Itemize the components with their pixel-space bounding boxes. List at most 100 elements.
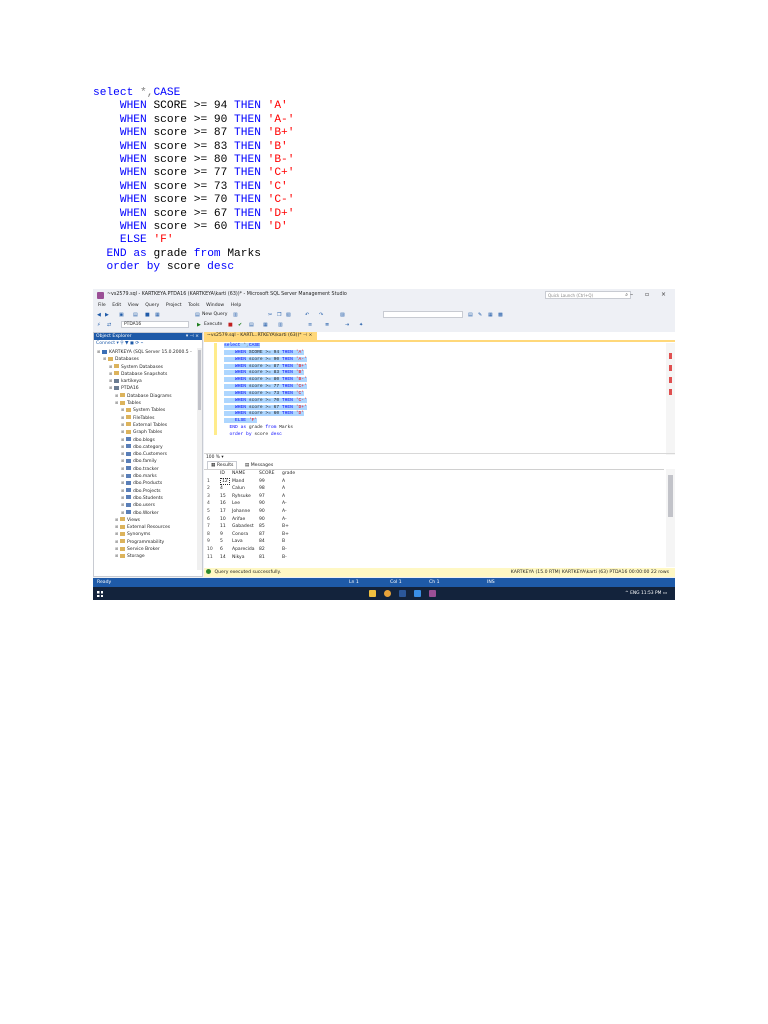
grid-cell[interactable]: 4 bbox=[220, 486, 223, 491]
redo-icon[interactable]: ↷ bbox=[319, 312, 323, 318]
tree-node[interactable]: ⊞ dbo.Students bbox=[94, 494, 198, 501]
grid-cell[interactable]: 12 bbox=[220, 477, 230, 485]
results-scrollbar[interactable] bbox=[666, 469, 675, 567]
grid-cell[interactable]: 5 bbox=[220, 539, 223, 544]
tree-node[interactable]: ⊞ dbo.marks bbox=[94, 472, 198, 479]
new-file-icon[interactable]: ▣ bbox=[119, 312, 124, 318]
column-header[interactable]: ID bbox=[220, 470, 232, 477]
tree-node[interactable]: ⊞ Storage bbox=[94, 552, 198, 559]
grid-cell[interactable]: A- bbox=[282, 501, 287, 506]
grid-cell[interactable]: 85 bbox=[259, 524, 265, 529]
grid-cell[interactable]: 15 bbox=[220, 494, 226, 499]
menu-window[interactable]: Window bbox=[206, 302, 224, 310]
paste-icon[interactable]: ▧ bbox=[286, 312, 291, 318]
grid-cell[interactable]: 17 bbox=[220, 509, 226, 514]
window-controls[interactable]: – ▫ × bbox=[630, 291, 671, 298]
back-icon[interactable]: ◀ bbox=[97, 312, 101, 318]
grid-cell[interactable]: Lee bbox=[232, 501, 240, 506]
save-all-icon[interactable]: ▦ bbox=[155, 312, 160, 318]
save-icon[interactable]: ■ bbox=[145, 312, 150, 318]
solution-icon[interactable]: ▨ bbox=[340, 312, 345, 318]
code-editor[interactable]: select *,CASE WHEN SCORE >= 94 THEN 'A' … bbox=[208, 343, 668, 459]
grid-cell[interactable]: 90 bbox=[259, 509, 265, 514]
menu-tools[interactable]: Tools bbox=[188, 302, 199, 310]
tree-node[interactable]: ⊞ FileTables bbox=[94, 414, 198, 421]
menu-help[interactable]: Help bbox=[231, 302, 241, 310]
tree-node[interactable]: ⊞ dbo.category bbox=[94, 443, 198, 450]
cut-icon[interactable]: ✂ bbox=[268, 312, 272, 318]
copy-icon[interactable]: ❐ bbox=[277, 312, 281, 318]
tree-node[interactable]: ⊞ dbo.blogs bbox=[94, 436, 198, 443]
grid-cell[interactable]: Nikya bbox=[232, 555, 244, 560]
grid-cell[interactable]: A bbox=[282, 494, 285, 499]
close-icon[interactable]: ⊣ × bbox=[303, 333, 312, 338]
object-explorer-scrollbar[interactable] bbox=[197, 348, 202, 570]
parse-icon[interactable]: ✔ bbox=[238, 322, 242, 328]
code-lines[interactable]: select *,CASE WHEN SCORE >= 94 THEN 'A' … bbox=[224, 343, 307, 439]
grid-cell[interactable]: Gabadest bbox=[232, 524, 254, 529]
grid-cell[interactable]: 97 bbox=[259, 494, 265, 499]
tree-node[interactable]: ⊞ Graph Tables bbox=[94, 428, 198, 435]
menu-project[interactable]: Project bbox=[166, 302, 182, 310]
grid-cell[interactable]: 14 bbox=[220, 555, 226, 560]
system-tray[interactable]: ^ ENG 11:53 PM ▭ bbox=[625, 587, 667, 600]
windows-start-icon[interactable] bbox=[97, 591, 103, 597]
menu-query[interactable]: Query bbox=[145, 302, 159, 310]
open-icon[interactable]: ▤ bbox=[133, 312, 138, 318]
tree-node[interactable]: ⊞ Database Diagrams bbox=[94, 392, 198, 399]
grid-cell[interactable]: 81 bbox=[259, 555, 265, 560]
tree-node[interactable]: ⊞ dbo.Worker bbox=[94, 509, 198, 516]
grid-cell[interactable]: B+ bbox=[282, 532, 289, 537]
column-header[interactable]: SCORE bbox=[259, 470, 279, 477]
column-header[interactable]: NAME bbox=[232, 470, 258, 477]
grid-cell[interactable]: 16 bbox=[220, 501, 226, 506]
quick-launch-input[interactable]: Quick Launch (Ctrl+Q) ⌕ bbox=[545, 291, 631, 299]
specify-values-icon[interactable]: ✦ bbox=[359, 322, 363, 328]
tree-node[interactable]: ⊞ Databases bbox=[94, 355, 198, 362]
word-icon[interactable] bbox=[399, 590, 406, 597]
tree-node[interactable]: ⊞ dbo.family bbox=[94, 457, 198, 464]
ssms-taskbar-icon[interactable] bbox=[429, 590, 436, 597]
tree-node[interactable]: ⊞ Synonyms bbox=[94, 530, 198, 537]
editor-scrollbar[interactable] bbox=[666, 343, 675, 455]
grid-cell[interactable]: B+ bbox=[282, 524, 289, 529]
tree-node[interactable]: ⊞ External Tables bbox=[94, 421, 198, 428]
grid-cell[interactable]: 84 bbox=[259, 539, 265, 544]
cancel-query-icon[interactable]: ■ bbox=[228, 322, 233, 328]
grid-cell[interactable]: A bbox=[282, 479, 285, 484]
grid-cell[interactable]: B- bbox=[282, 547, 287, 552]
grid-cell[interactable]: 98 bbox=[259, 486, 265, 491]
execute-button[interactable]: Execute bbox=[204, 322, 222, 327]
grid-cell[interactable]: Johanne bbox=[232, 509, 250, 514]
new-query-icon[interactable]: ▤ bbox=[195, 312, 200, 318]
indent-icon[interactable]: ⇥ bbox=[345, 322, 349, 328]
toolbox-icon[interactable]: ✎ bbox=[478, 312, 482, 318]
grid-cell[interactable]: A- bbox=[282, 517, 287, 522]
uncomment-icon[interactable]: ≣ bbox=[325, 322, 329, 328]
menu-view[interactable]: View bbox=[128, 302, 139, 310]
template-icon[interactable]: ▩ bbox=[498, 312, 503, 318]
tree-node[interactable]: ⊞ kartikeya bbox=[94, 377, 198, 384]
tree-node[interactable]: ⊞ dbo.Products bbox=[94, 479, 198, 486]
tree-node[interactable]: ⊞ KARTKEYA (SQL Server 15.0.2000.5 - bbox=[94, 348, 198, 355]
database-query-icon[interactable]: ▥ bbox=[233, 312, 238, 318]
tree-node[interactable]: ⊞ Views bbox=[94, 516, 198, 523]
menu-file[interactable]: File bbox=[98, 302, 106, 310]
search-dropdown[interactable] bbox=[383, 311, 463, 318]
undo-icon[interactable]: ↶ bbox=[305, 312, 309, 318]
chrome-icon[interactable] bbox=[384, 590, 391, 597]
comment-icon[interactable]: ≡ bbox=[308, 322, 312, 328]
grid-cell[interactable]: B- bbox=[282, 555, 287, 560]
forward-icon[interactable]: ▶ bbox=[105, 312, 109, 318]
grid-cell[interactable]: 99 bbox=[259, 479, 265, 484]
grid-cell[interactable]: Aparecida bbox=[232, 547, 255, 552]
tree-node[interactable]: ⊞ System Tables bbox=[94, 406, 198, 413]
change-connection-icon[interactable]: ⇄ bbox=[107, 322, 111, 328]
tree-node[interactable]: ⊞ dbo.users bbox=[94, 501, 198, 508]
query-document-tab[interactable]: ~vs2579.sql - KARTL..RTKEYA\karti (63))*… bbox=[204, 332, 317, 340]
filter-icon[interactable]: ⚲ ▼ ◼ ⟳ ⌁ bbox=[120, 341, 143, 346]
grid-cell[interactable]: 9 bbox=[220, 532, 223, 537]
menu-edit[interactable]: Edit bbox=[112, 302, 121, 310]
tree-node[interactable]: ⊞ dbo.Projects bbox=[94, 487, 198, 494]
grid-cell[interactable]: 82 bbox=[259, 547, 265, 552]
